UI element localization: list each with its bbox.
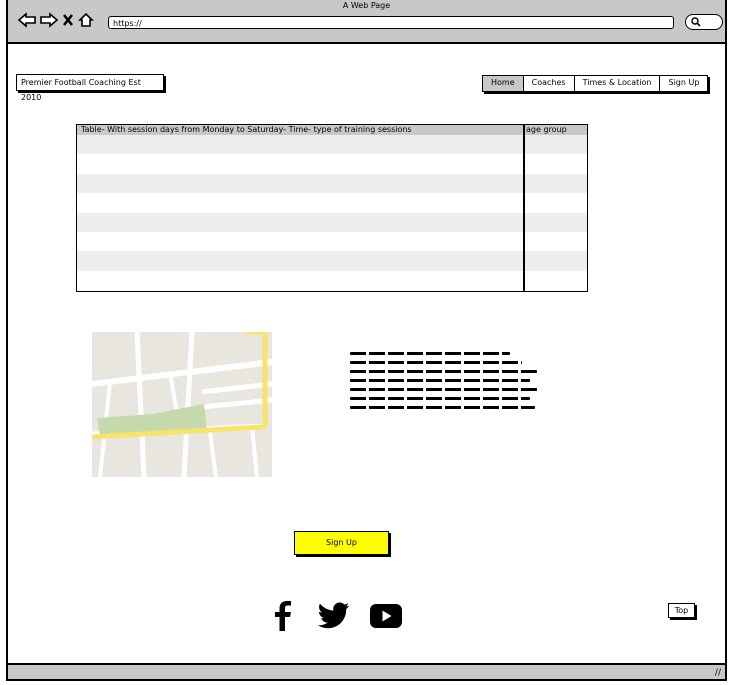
nav-coaches[interactable]: Coaches: [523, 76, 575, 91]
search-icon: [691, 17, 701, 27]
site-logo[interactable]: Premier Football Coaching Est 2010: [16, 74, 164, 102]
home-icon[interactable]: [78, 12, 94, 28]
table-header-age-group: age group: [526, 125, 567, 134]
table-row: [77, 212, 587, 232]
sessions-table: Table- With session days from Monday to …: [76, 124, 588, 292]
browser-nav: [18, 12, 94, 28]
table-row: [77, 173, 587, 194]
facebook-icon[interactable]: [268, 600, 298, 636]
table-header-sessions: Table- With session days from Monday to …: [81, 125, 412, 134]
table-row: [77, 193, 587, 212]
table-row: [77, 135, 587, 155]
browser-titlebar: A Web Page https://: [6, 0, 727, 44]
main-nav: Home Coaches Times & Location Sign Up: [482, 75, 709, 92]
table-row: [77, 271, 587, 290]
nav-times-location[interactable]: Times & Location: [574, 76, 661, 91]
nav-sign-up[interactable]: Sign Up: [660, 76, 708, 91]
browser-statusbar: //: [6, 663, 727, 681]
map-image[interactable]: [92, 332, 272, 477]
twitter-icon[interactable]: [318, 602, 350, 634]
close-icon[interactable]: [62, 13, 74, 27]
url-bar[interactable]: https://: [108, 16, 674, 29]
forward-icon[interactable]: [40, 12, 58, 28]
table-row: [77, 154, 587, 173]
back-to-top-button[interactable]: Top: [668, 603, 695, 618]
table-row: [77, 232, 587, 251]
nav-home[interactable]: Home: [483, 76, 524, 91]
youtube-icon[interactable]: [370, 604, 402, 632]
map-icon: [92, 332, 272, 477]
resize-grip-icon[interactable]: //: [715, 668, 721, 678]
table-row: [77, 251, 587, 271]
table-header: Table- With session days from Monday to …: [77, 125, 587, 135]
sign-up-button[interactable]: Sign Up: [294, 531, 389, 555]
window-title: A Web Page: [342, 1, 391, 10]
column-divider: [523, 125, 525, 291]
browser-search[interactable]: [685, 14, 723, 30]
placeholder-text-block: [350, 352, 545, 415]
social-links: [268, 600, 402, 636]
back-icon[interactable]: [18, 12, 36, 28]
